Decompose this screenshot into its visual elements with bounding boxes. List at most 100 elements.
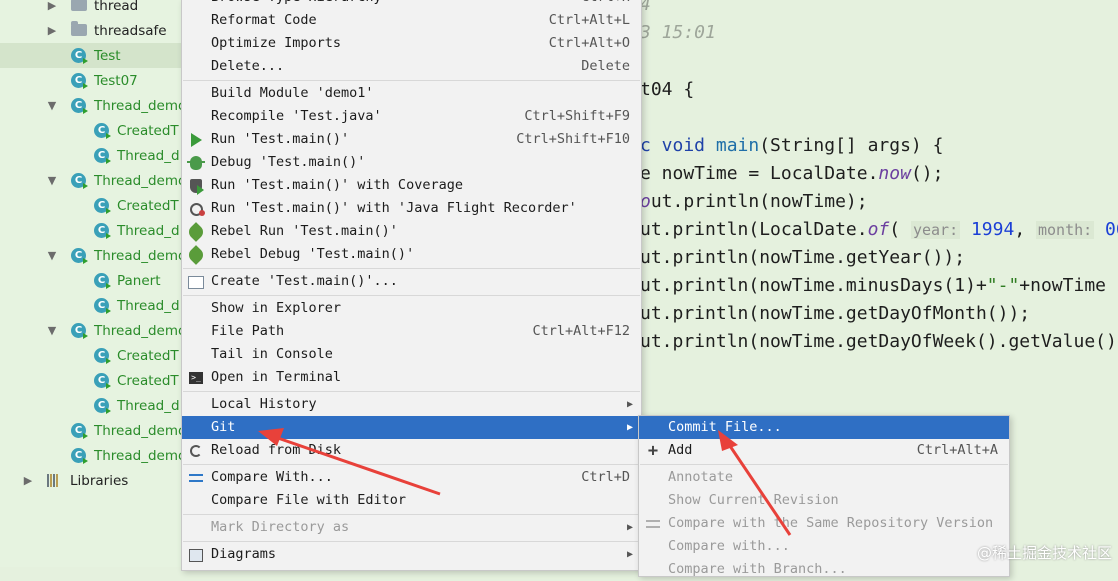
tree-item-label: Libraries (70, 472, 129, 489)
tree-item-label: Test (94, 47, 121, 64)
tree-item[interactable]: C CreatedT (0, 193, 182, 218)
menu-item-label: Build Module 'demo1' (211, 85, 374, 101)
menu-item-label: File Path (211, 323, 285, 339)
menu-separator (640, 464, 1008, 465)
tree-item[interactable]: C Thread_d (0, 393, 182, 418)
menu-item-label: Optimize Imports (211, 35, 342, 51)
chevron-right-icon[interactable]: ▶ (46, 0, 58, 12)
menu-item-label: Reload from Disk (211, 442, 342, 458)
tree-item[interactable]: C Test07 (0, 68, 182, 93)
class-icon: C (94, 123, 111, 139)
code-line-4: ut.println(nowTime.getYear()); (640, 247, 966, 268)
tree-item[interactable]: C Thread_d (0, 293, 182, 318)
diagrams-icon (188, 547, 204, 563)
reload-icon (188, 443, 204, 459)
class-icon: C (71, 248, 88, 264)
code-line-5: ut.println(nowTime.minusDays(1)+"-"+nowT… (640, 275, 1106, 296)
chevron-right-icon[interactable]: ▶ (22, 474, 34, 487)
submenu-arrow-icon: ▶ (626, 399, 633, 410)
menu-optimize-imports[interactable]: Optimize Imports Ctrl+Alt+O (182, 32, 641, 55)
tree-item[interactable]: C CreatedT (0, 118, 182, 143)
tree-item[interactable]: C Thread_d (0, 218, 182, 243)
tree-item[interactable]: C CreatedT (0, 343, 182, 368)
menu-rebel-debug[interactable]: Rebel Debug 'Test.main()' (182, 243, 641, 266)
submenu-arrow-icon: ▶ (626, 549, 633, 560)
menu-file-path[interactable]: File Path Ctrl+Alt+F12 (182, 320, 641, 343)
tree-item[interactable]: ▼ C Thread_demo (0, 318, 182, 343)
menu-reformat-code[interactable]: Reformat Code Ctrl+Alt+L (182, 9, 641, 32)
terminal-icon: >_ (188, 370, 204, 386)
tree-item[interactable]: C Thread_demo (0, 443, 182, 468)
menu-item-shortcut: Ctrl+D (581, 469, 630, 485)
class-icon: C (94, 373, 111, 389)
menu-delete[interactable]: Delete... Delete (182, 55, 641, 78)
menu-build-module[interactable]: Build Module 'demo1' (182, 82, 641, 105)
tree-item-label: Test07 (94, 72, 138, 89)
chevron-down-icon[interactable]: ▼ (46, 249, 58, 262)
tree-item-label: Thread_demo (94, 447, 182, 464)
menu-browse-type-hierarchy[interactable]: Browse Type Hierarchy Ctrl+H (182, 0, 641, 9)
folder-icon (71, 21, 87, 39)
tree-item[interactable]: ▼ C Thread_demo (0, 168, 182, 193)
menu-run-coverage[interactable]: Run 'Test.main()' with Coverage (182, 174, 641, 197)
menu-create-config[interactable]: Create 'Test.main()'... (182, 270, 641, 293)
chevron-down-icon[interactable]: ▼ (46, 174, 58, 187)
rebel-run-icon (186, 222, 206, 242)
menu-item-label: Open in Terminal (211, 369, 342, 385)
menu-run-flight-recorder[interactable]: Run 'Test.main()' with 'Java Flight Reco… (182, 197, 641, 220)
submenu-arrow-icon: ▶ (626, 422, 633, 433)
menu-local-history[interactable]: Local History ▶ (182, 393, 641, 416)
tree-item-label: Thread_demo (94, 97, 182, 114)
menu-debug[interactable]: Debug 'Test.main()' (182, 151, 641, 174)
menu-git[interactable]: Git ▶ (182, 416, 641, 439)
tree-item[interactable]: C CreatedT (0, 368, 182, 393)
git-compare-with: Compare with... (639, 535, 1009, 558)
menu-item-label: Diagrams (211, 546, 277, 562)
class-icon: C (94, 198, 111, 214)
class-icon: C (94, 348, 111, 364)
menu-tail-in-console[interactable]: Tail in Console (182, 343, 641, 366)
menu-rebel-run[interactable]: Rebel Run 'Test.main()' (182, 220, 641, 243)
tree-item[interactable]: C Thread_demo (0, 418, 182, 443)
menu-open-in-terminal[interactable]: >_ Open in Terminal (182, 366, 641, 389)
menu-item-label: Git (211, 419, 236, 435)
menu-compare-with[interactable]: Compare With... Ctrl+D (182, 466, 641, 489)
compare-icon (188, 470, 204, 486)
tree-item[interactable]: ▼ C Thread_demo (0, 243, 182, 268)
tree-item-label: Thread_d (117, 297, 180, 314)
compare-disabled-icon (645, 516, 661, 532)
menu-run[interactable]: Run 'Test.main()' Ctrl+Shift+F10 (182, 128, 641, 151)
code-line-1: e nowTime = LocalDate.now(); (640, 163, 944, 184)
menu-diagrams[interactable]: Diagrams ▶ (182, 543, 641, 566)
menu-item-label: Create 'Test.main()'... (211, 273, 398, 289)
menu-item-shortcut: Ctrl+Alt+L (548, 12, 630, 28)
menu-item-label: Commit File... (668, 419, 782, 435)
menu-item-label: Run 'Test.main()' with Coverage (211, 177, 463, 193)
tree-item[interactable]: ▶ Libraries (0, 468, 182, 493)
menu-show-in-explorer[interactable]: Show in Explorer (182, 297, 641, 320)
tree-item-label: CreatedT (117, 197, 179, 214)
menu-compare-file-with-editor[interactable]: Compare File with Editor (182, 489, 641, 512)
tree-item[interactable]: C Thread_d (0, 143, 182, 168)
git-commit-file[interactable]: Commit File... (639, 416, 1009, 439)
chevron-right-icon[interactable]: ▶ (46, 24, 58, 37)
menu-item-label: Run 'Test.main()' with 'Java Flight Reco… (211, 200, 577, 216)
menu-item-label: Compare File with Editor (211, 492, 407, 508)
tree-item[interactable]: ▶ threadsafe (0, 18, 182, 43)
tree-item[interactable]: C Panert (0, 268, 182, 293)
menu-reload-from-disk[interactable]: Reload from Disk (182, 439, 641, 462)
tree-item[interactable]: ▶ thread (0, 0, 182, 18)
menu-item-label: Add (668, 442, 693, 458)
git-add[interactable]: + Add Ctrl+Alt+A (639, 439, 1009, 462)
context-menu: Browse Type HierarchyCtrl+HReformat Code… (181, 0, 642, 571)
tree-item[interactable]: C Test (0, 43, 182, 68)
tree-item-label: Thread_demo (94, 247, 182, 264)
chevron-down-icon[interactable]: ▼ (46, 99, 58, 112)
menu-separator (183, 80, 640, 81)
menu-item-label: Compare with Branch... (668, 561, 847, 577)
tree-item[interactable]: ▼ C Thread_demo (0, 93, 182, 118)
chevron-down-icon[interactable]: ▼ (46, 324, 58, 337)
menu-recompile[interactable]: Recompile 'Test.java' Ctrl+Shift+F9 (182, 105, 641, 128)
tree-item-label: Thread_d (117, 147, 180, 164)
class-icon: C (71, 48, 88, 64)
